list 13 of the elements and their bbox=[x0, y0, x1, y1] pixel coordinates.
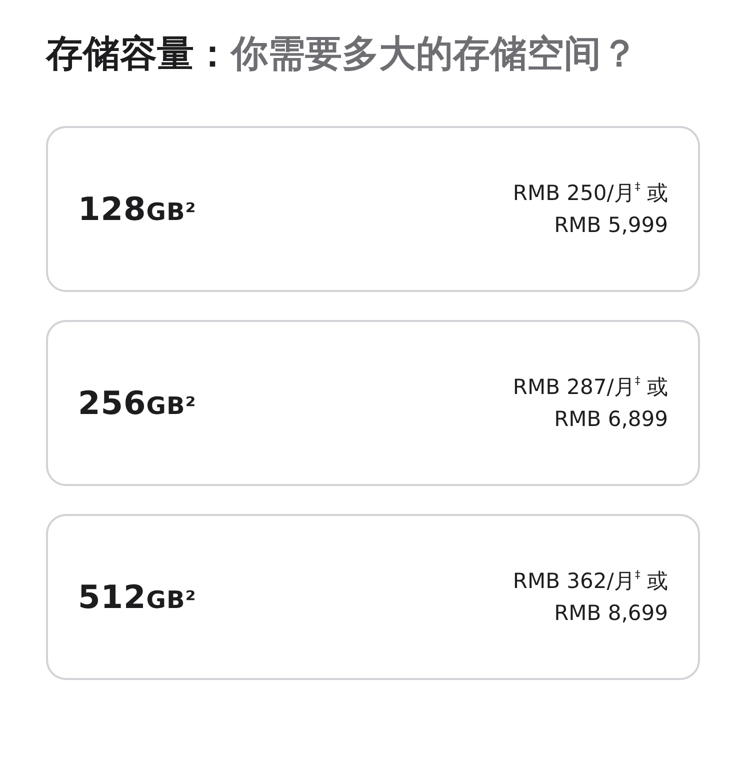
capacity-label: 128GB² bbox=[78, 189, 196, 230]
capacity-label: 512GB² bbox=[78, 577, 196, 618]
monthly-price: RMB 287/月$^{‡}$ 或 bbox=[512, 373, 668, 401]
full-price: RMB 6,899 bbox=[553, 406, 668, 433]
capacity-label: 256GB² bbox=[78, 383, 196, 424]
storage-option[interactable]: 256GB² RMB 287/月$^{‡}$ 或 RMB 6,899 bbox=[46, 320, 700, 486]
monthly-price: RMB 250/月$^{‡}$ 或 bbox=[512, 179, 668, 207]
storage-option[interactable]: 128GB² RMB 250/月$^{‡}$ 或 RMB 5,999 bbox=[46, 126, 700, 292]
monthly-price: RMB 362/月$^{‡}$ 或 bbox=[512, 567, 668, 595]
storage-option[interactable]: 512GB² RMB 362/月$^{‡}$ 或 RMB 8,699 bbox=[46, 514, 700, 680]
full-price: RMB 5,999 bbox=[553, 212, 668, 239]
full-price: RMB 8,699 bbox=[553, 600, 668, 627]
section-heading: 存储容量：你需要多大的存储空间？ bbox=[46, 31, 639, 77]
